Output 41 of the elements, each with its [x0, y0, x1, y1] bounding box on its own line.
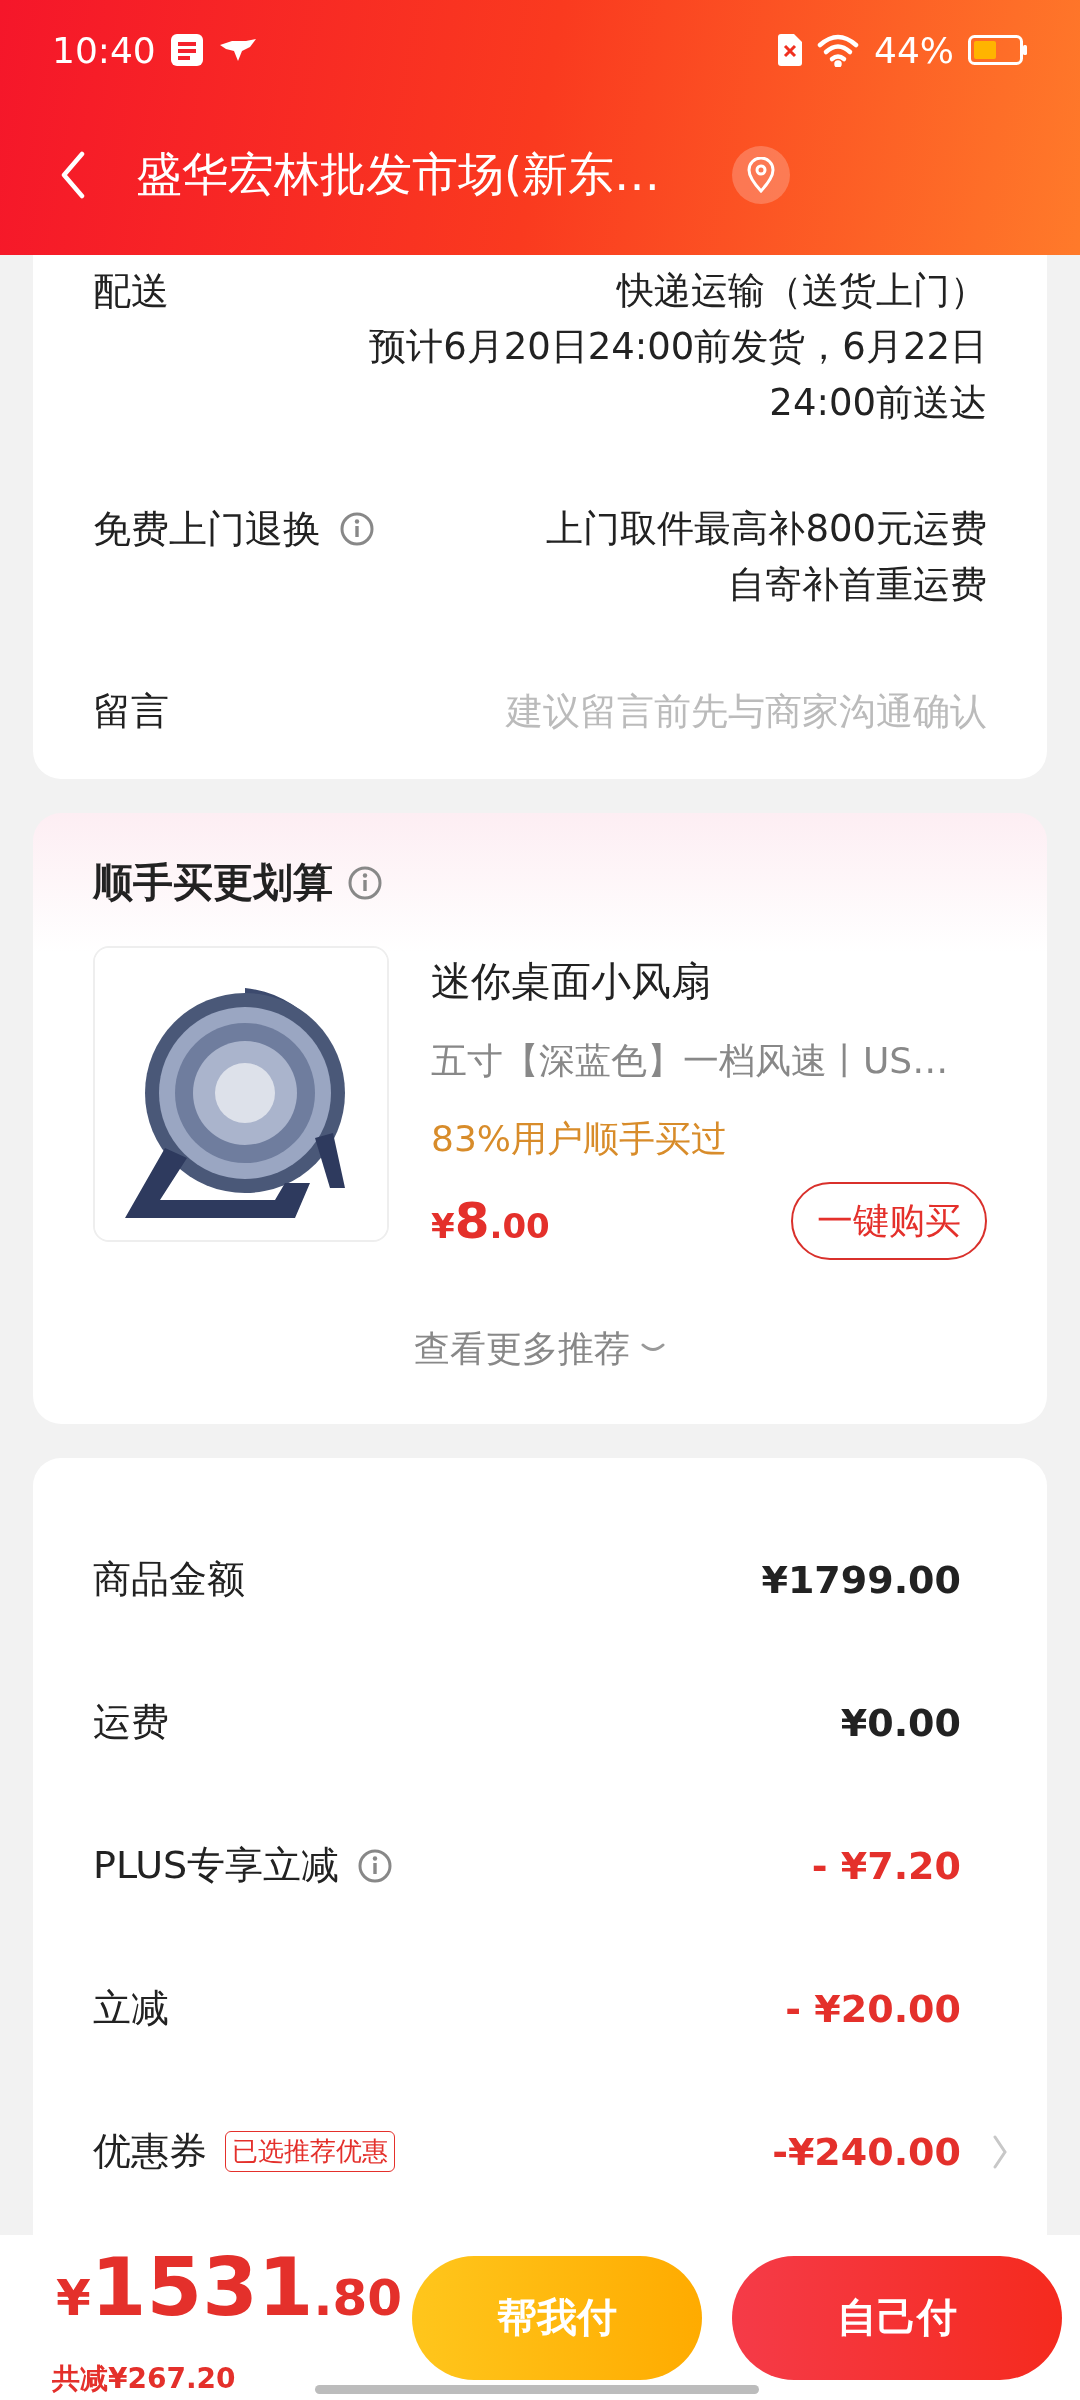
row-value: 自寄补首重运费 — [728, 562, 987, 608]
price-label: PLUS专享立减 — [93, 1842, 340, 1889]
app-icon — [169, 33, 204, 67]
row-label: 配送 — [93, 268, 169, 315]
price-label: 运费 — [93, 1699, 169, 1746]
info-icon[interactable] — [347, 864, 383, 901]
location-pin-icon — [745, 157, 776, 193]
info-icon[interactable] — [357, 1847, 394, 1884]
back-icon[interactable] — [60, 151, 86, 199]
total-price: ¥1531.80 — [55, 2239, 404, 2336]
row-label: 免费上门退换 — [93, 506, 321, 553]
product-name[interactable]: 迷你桌面小风扇 — [431, 952, 987, 1010]
sim-card-icon — [778, 34, 802, 66]
pay-button[interactable]: 自己付 — [731, 2255, 1062, 2380]
page-title: 盛华宏林批发市场(新东… — [136, 146, 660, 203]
info-icon[interactable] — [339, 511, 375, 547]
section-title: 顺手买更划算 — [93, 858, 333, 907]
status-time: 10:40 — [52, 29, 156, 71]
product-spec: 五寸【深蓝色】一档风速丨US… — [431, 1039, 950, 1083]
buy-now-button[interactable]: 一键购买 — [791, 1182, 987, 1260]
total-savings: 共减¥267.20 — [52, 2360, 237, 2397]
price-value: - ¥20.00 — [785, 1986, 961, 2031]
battery-icon — [968, 35, 1028, 65]
purchase-rate: 83%用户顺手买过 — [431, 1117, 728, 1161]
price-value: -¥240.00 — [772, 2129, 961, 2174]
more-recommendations-link[interactable]: 查看更多推荐 — [414, 1310, 666, 1388]
wifi-icon — [816, 33, 860, 67]
price-value: ¥1799.00 — [761, 1557, 961, 1602]
coupon-tag: 已选推荐优惠 — [225, 2131, 395, 2172]
price-label: 商品金额 — [93, 1556, 245, 1603]
message-field[interactable]: 建议留言前先与商家沟通确认 — [187, 683, 987, 739]
price-label: 优惠券 — [93, 2128, 207, 2175]
price-label: 立减 — [93, 1985, 169, 2032]
row-value: 快递运输（送货上门） — [617, 268, 987, 314]
price-value: - ¥7.20 — [811, 1843, 961, 1888]
battery-percentage: 44% — [874, 29, 954, 71]
price-value: ¥0.00 — [840, 1700, 961, 1745]
row-label: 留言 — [93, 688, 169, 735]
product-price: ¥8.00 — [431, 1192, 550, 1250]
row-value: 预计6月20日24:00前发货，6月22日 24:00前送达 — [368, 324, 987, 426]
row-value: 上门取件最高补800元运费 — [546, 506, 987, 552]
